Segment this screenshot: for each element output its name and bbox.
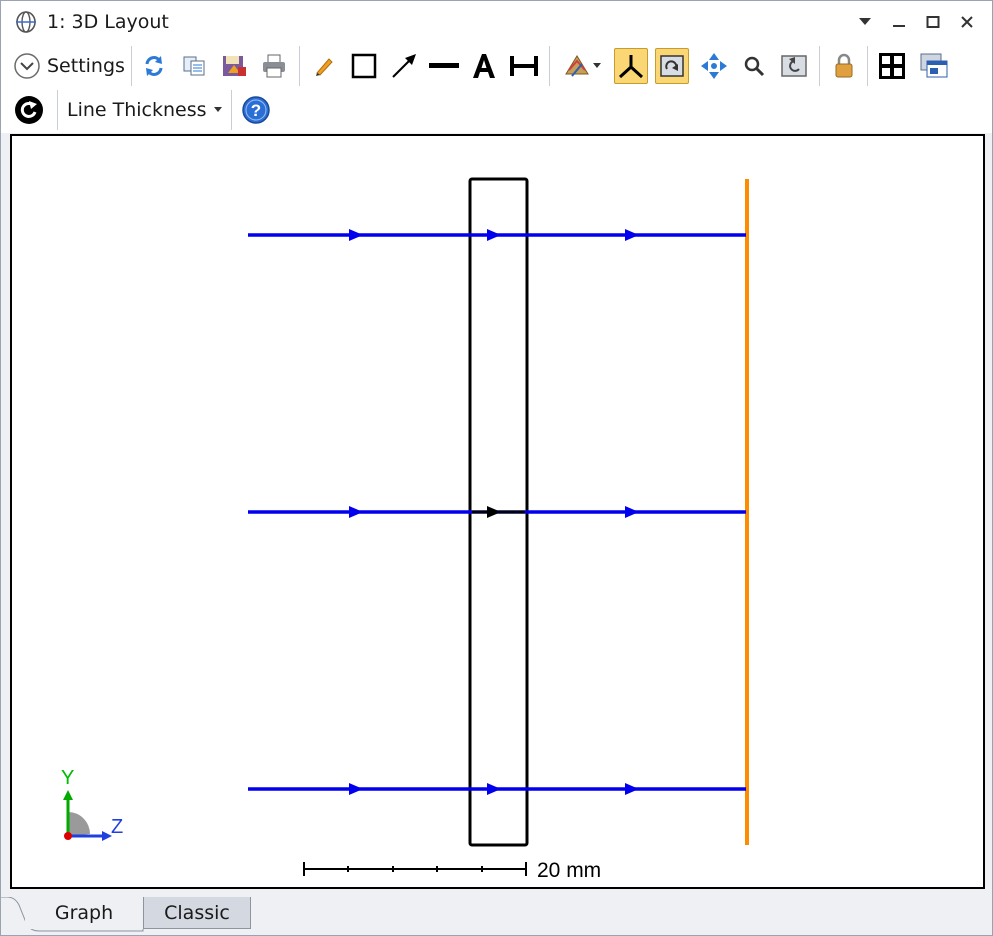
axis-z-label: Z [111, 816, 123, 838]
tab-graph[interactable]: Graph [25, 897, 143, 929]
auto-update-icon [15, 96, 43, 124]
scale-bar-label: 20 mm [537, 859, 601, 882]
axes-icon [618, 55, 644, 79]
layout-window: 1: 3D Layout Settings Line Thickness ? 2… [0, 0, 993, 936]
main-toolbar: Settings [1, 43, 992, 89]
fit-icon [879, 53, 905, 79]
draw-dimension-button[interactable] [507, 48, 541, 84]
caret-down-icon [859, 18, 871, 25]
refresh-icon [145, 56, 163, 76]
3d-rotate-button[interactable] [655, 48, 689, 84]
chevron-down-circle-icon [14, 53, 40, 79]
draw-arrow-button[interactable] [387, 48, 421, 84]
toolbar-separator [131, 46, 132, 86]
window-icon [920, 53, 948, 78]
caret-down-icon [213, 107, 222, 112]
rotate-view-icon [565, 55, 589, 77]
toolbar-separator [57, 90, 58, 130]
help-button[interactable]: ? [239, 92, 273, 128]
zoom-icon [744, 56, 765, 77]
window-title: 1: 3D Layout [47, 11, 169, 33]
draw-pencil-button[interactable] [307, 48, 341, 84]
rectangle-icon [351, 53, 377, 79]
toolbar-separator [299, 46, 300, 86]
print-button[interactable] [257, 48, 291, 84]
pan-button[interactable] [697, 48, 731, 84]
secondary-toolbar: Line Thickness ? [1, 89, 992, 133]
layout-plot-canvas[interactable]: 20 mm Y Z [10, 134, 985, 889]
settings-button[interactable]: Settings [11, 48, 127, 84]
layout-plot-svg: 20 mm Y Z [61, 177, 749, 882]
help-icon: ? [242, 96, 270, 124]
lock-icon [835, 53, 853, 78]
close-icon [961, 16, 973, 28]
arrow-icon [392, 54, 416, 78]
toolbar-separator [231, 90, 232, 130]
svg-text:?: ? [251, 101, 261, 120]
title-bar[interactable]: 1: 3D Layout [1, 1, 992, 43]
line-thickness-label: Line Thickness [67, 99, 207, 121]
zoom-button[interactable] [737, 48, 771, 84]
copy-icon [183, 56, 205, 76]
dimension-icon [510, 56, 538, 76]
3d-rotate-icon [660, 55, 684, 77]
lock-button[interactable] [827, 48, 861, 84]
reset-zoom-icon [781, 55, 807, 77]
auto-update-button[interactable] [12, 92, 46, 128]
maximize-button[interactable] [918, 9, 948, 35]
rotate-view-dropdown[interactable] [557, 48, 607, 84]
ray-top [248, 229, 746, 241]
refresh-button[interactable] [137, 48, 171, 84]
draw-line-button[interactable] [427, 48, 461, 84]
minimize-button[interactable] [884, 9, 914, 35]
scale-bar [303, 862, 527, 876]
line-thickness-dropdown[interactable]: Line Thickness [67, 92, 223, 128]
view-tabs: Graph Classic [1, 897, 992, 935]
print-icon [263, 54, 285, 78]
toolbar-separator [867, 46, 868, 86]
settings-label: Settings [47, 55, 125, 77]
orientation-axes-icon [63, 790, 112, 841]
draw-text-button[interactable] [467, 48, 501, 84]
axes-view-button[interactable] [614, 48, 648, 84]
minimize-icon [893, 25, 905, 27]
fit-button[interactable] [875, 48, 909, 84]
text-icon [473, 54, 495, 78]
maximize-icon [926, 16, 940, 28]
toolbar-separator [549, 46, 550, 86]
pan-icon [701, 53, 727, 79]
close-button[interactable] [952, 9, 982, 35]
tab-classic[interactable]: Classic [143, 897, 251, 929]
ray-middle [248, 506, 746, 518]
draw-rectangle-button[interactable] [347, 48, 381, 84]
window-arrange-button[interactable] [917, 48, 951, 84]
tab-graph-label: Graph [54, 902, 114, 924]
pencil-icon [316, 58, 333, 76]
line-icon [429, 63, 459, 68]
reset-zoom-button[interactable] [777, 48, 811, 84]
save-button[interactable] [217, 48, 251, 84]
copy-button[interactable] [177, 48, 211, 84]
tab-classic-label: Classic [164, 901, 230, 924]
ray-bottom [248, 783, 746, 795]
caret-down-icon [593, 63, 601, 68]
lens-app-icon [15, 11, 37, 33]
window-menu-button[interactable] [850, 9, 880, 35]
axis-y-label: Y [61, 767, 74, 789]
save-icon [223, 56, 246, 76]
toolbar-separator [819, 46, 820, 86]
